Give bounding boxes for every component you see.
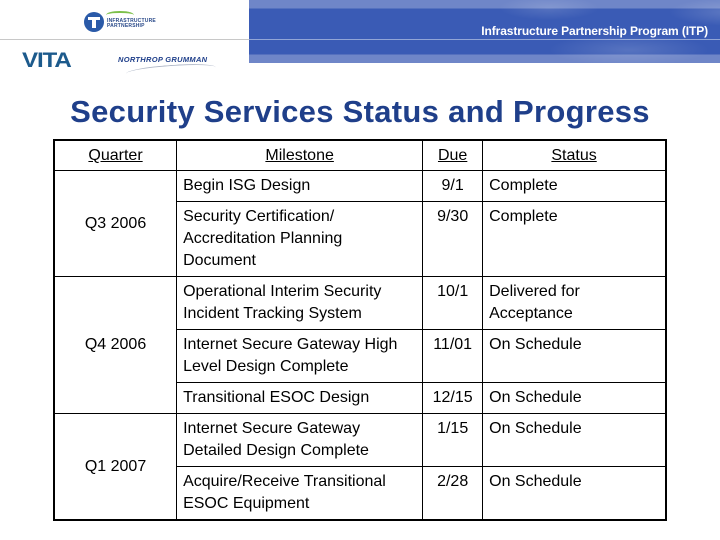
vita-logo: VITA bbox=[22, 49, 72, 72]
milestone-cell: Operational Interim Security Incident Tr… bbox=[176, 276, 424, 330]
milestone-cell: Begin ISG Design bbox=[176, 170, 424, 202]
status-cell: On Schedule bbox=[482, 382, 667, 414]
page-title: Security Services Status and Progress bbox=[70, 94, 650, 129]
quarter-cell: Q4 2006 bbox=[53, 276, 178, 414]
northrop-grumman-logo: NORTHROP GRUMMAN bbox=[118, 55, 208, 64]
table-row: Q3 2006 Begin ISG Design 9/1 Complete bbox=[53, 170, 667, 277]
quarter-cell: Q3 2006 bbox=[53, 170, 178, 277]
table-row: Q4 2006 Operational Interim Security Inc… bbox=[53, 276, 667, 414]
due-cell: 1/15 bbox=[422, 413, 484, 467]
due-cell: 11/01 bbox=[422, 329, 484, 383]
itp-logo-icon bbox=[84, 12, 104, 32]
header-due: Due bbox=[422, 139, 484, 171]
header-divider bbox=[0, 39, 250, 40]
header-banner: Infrastructure Partnership Program (ITP) bbox=[249, 0, 720, 63]
itp-logo: INFRASTRUCTURE PARTNERSHIP bbox=[84, 11, 156, 32]
header-status: Status bbox=[482, 139, 667, 171]
status-cell: On Schedule bbox=[482, 466, 667, 521]
program-title: Infrastructure Partnership Program (ITP) bbox=[481, 24, 708, 38]
itp-logo-line2: PARTNERSHIP bbox=[107, 23, 145, 29]
table-row: Q1 2007 Internet Secure Gateway Detailed… bbox=[53, 413, 667, 521]
header-quarter: Quarter bbox=[53, 139, 178, 171]
table-header-row: Quarter Milestone Due Status bbox=[53, 139, 667, 171]
northrop-swoosh-icon bbox=[125, 61, 217, 80]
status-cell: Complete bbox=[482, 170, 667, 202]
banner-line bbox=[249, 39, 720, 40]
milestone-cell: Transitional ESOC Design bbox=[176, 382, 424, 414]
milestone-cell: Security Certification/ Accreditation Pl… bbox=[176, 201, 424, 277]
due-cell: 12/15 bbox=[422, 382, 484, 414]
status-cell: On Schedule bbox=[482, 329, 667, 383]
header-milestone: Milestone bbox=[176, 139, 424, 171]
itp-swoosh-icon bbox=[106, 11, 134, 19]
status-cell: Delivered for Acceptance bbox=[482, 276, 667, 330]
milestone-cell: Acquire/Receive Transitional ESOC Equipm… bbox=[176, 466, 424, 521]
due-cell: 10/1 bbox=[422, 276, 484, 330]
status-cell: On Schedule bbox=[482, 413, 667, 467]
milestone-cell: Internet Secure Gateway Detailed Design … bbox=[176, 413, 424, 467]
due-cell: 2/28 bbox=[422, 466, 484, 521]
status-cell: Complete bbox=[482, 201, 667, 277]
milestone-cell: Internet Secure Gateway High Level Desig… bbox=[176, 329, 424, 383]
due-cell: 9/30 bbox=[422, 201, 484, 277]
due-cell: 9/1 bbox=[422, 170, 484, 202]
quarter-cell: Q1 2007 bbox=[53, 413, 178, 521]
milestone-table: Quarter Milestone Due Status Q3 2006 Beg… bbox=[53, 139, 667, 521]
